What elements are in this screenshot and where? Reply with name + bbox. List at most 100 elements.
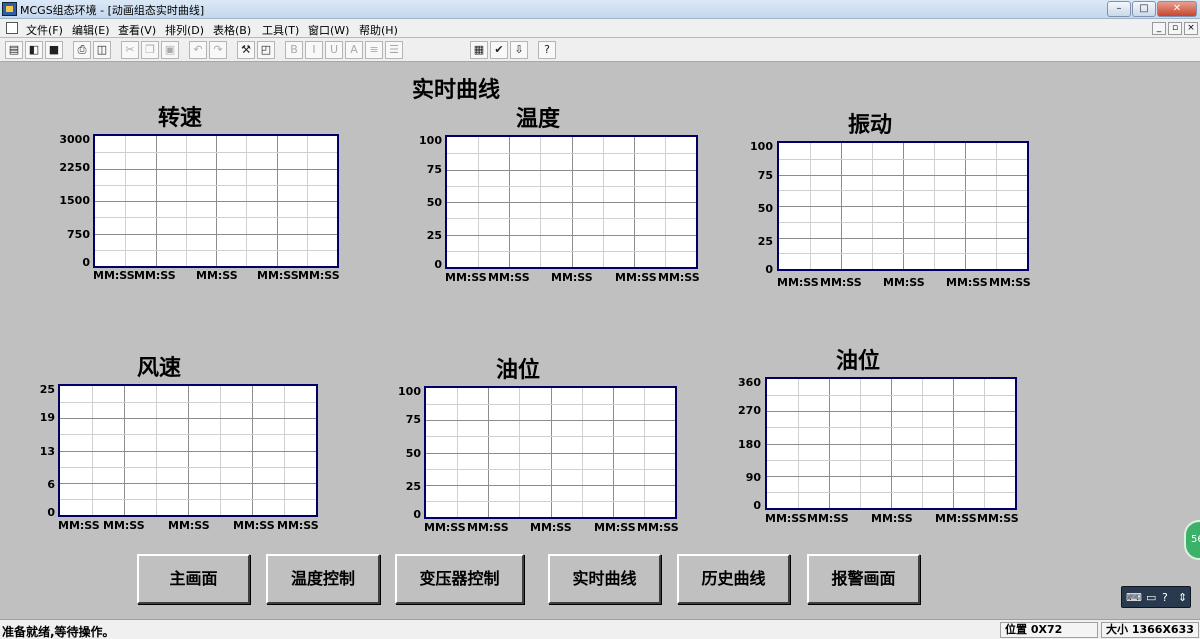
tools-icon[interactable]: ⚒ xyxy=(237,41,255,59)
y-tick-label: 0 xyxy=(413,508,421,521)
x-tick-label: MM:SS xyxy=(946,276,988,289)
document-icon[interactable] xyxy=(6,22,18,34)
align-left-icon[interactable]: ≡ xyxy=(365,41,383,59)
realtime-curve-button[interactable]: 实时曲线 xyxy=(548,554,661,604)
menu-view[interactable]: 查看(V) xyxy=(118,22,156,38)
save-icon[interactable]: ■ xyxy=(45,41,63,59)
print-preview-icon[interactable]: ◫ xyxy=(93,41,111,59)
x-tick-label: MM:SS xyxy=(93,269,135,282)
x-tick-label: MM:SS xyxy=(615,271,657,284)
menu-tools[interactable]: 工具(T) xyxy=(262,22,299,38)
trend-plot-oil-level[interactable] xyxy=(424,386,677,519)
undo-icon[interactable]: ↶ xyxy=(189,41,207,59)
cut-icon[interactable]: ✂ xyxy=(121,41,139,59)
ime-toolbar[interactable]: ⌨ ▭ ? ⇕ xyxy=(1121,586,1191,608)
chart-title-wind-speed: 风速 xyxy=(137,356,182,381)
bold-icon[interactable]: B xyxy=(285,41,303,59)
plot-grid xyxy=(426,388,675,517)
maximize-button[interactable]: □ xyxy=(1132,1,1156,17)
y-tick-label: 0 xyxy=(434,258,442,271)
y-tick-label: 90 xyxy=(745,471,761,484)
y-tick-label: 3000 xyxy=(59,133,90,146)
compile-icon[interactable]: ⇩ xyxy=(510,41,528,59)
frame-icon[interactable]: ◰ xyxy=(257,41,275,59)
history-curve-button[interactable]: 历史曲线 xyxy=(677,554,790,604)
y-tick-label: 75 xyxy=(426,163,442,176)
plot-grid xyxy=(447,137,696,267)
redo-icon[interactable]: ↷ xyxy=(209,41,227,59)
menu-table[interactable]: 表格(B) xyxy=(213,22,251,38)
menu-window[interactable]: 窗口(W) xyxy=(308,22,349,38)
trend-plot-wind-speed[interactable] xyxy=(58,384,318,517)
x-tick-label: MM:SS xyxy=(807,512,849,525)
open-project-icon[interactable]: ◧ xyxy=(25,41,43,59)
x-tick-label: MM:SS xyxy=(488,271,530,284)
x-tick-label: MM:SS xyxy=(134,269,176,282)
mdi-restore-button[interactable]: ▫ xyxy=(1168,22,1182,35)
y-tick-label: 50 xyxy=(757,202,773,215)
main-screen-button[interactable]: 主画面 xyxy=(137,554,250,604)
minimize-button[interactable]: – xyxy=(1107,1,1131,17)
chevron-icon[interactable]: ⇕ xyxy=(1178,591,1187,604)
y-tick-label: 6 xyxy=(47,478,55,491)
temperature-control-button[interactable]: 温度控制 xyxy=(266,554,380,604)
keyboard-icon[interactable]: ⌨ xyxy=(1126,591,1142,604)
help-circle-icon[interactable]: ? xyxy=(1162,591,1168,604)
x-tick-label: MM:SS xyxy=(58,519,100,532)
toolbar: ▤ ◧ ■ ⎙ ◫ ✂ ❐ ▣ ↶ ↷ ⚒ ◰ B I U A ≡ ☰ ▦ ✔ … xyxy=(0,38,1200,62)
font-size-icon[interactable]: A xyxy=(345,41,363,59)
y-tick-label: 100 xyxy=(750,140,773,153)
x-tick-label: MM:SS xyxy=(551,271,593,284)
x-tick-label: MM:SS xyxy=(871,512,913,525)
plot-grid xyxy=(95,136,337,266)
close-button[interactable]: ✕ xyxy=(1157,1,1197,17)
menu-bar: 文件(F) 编辑(E) 查看(V) 排列(D) 表格(B) 工具(T) 窗口(W… xyxy=(0,19,1200,38)
trend-plot-speed[interactable] xyxy=(93,134,339,268)
trend-plot-oil-level-2[interactable] xyxy=(765,377,1017,510)
italic-icon[interactable]: I xyxy=(305,41,323,59)
mdi-minimize-button[interactable]: _ xyxy=(1152,22,1166,35)
paste-icon[interactable]: ▣ xyxy=(161,41,179,59)
align-right-icon[interactable]: ☰ xyxy=(385,41,403,59)
menu-arrange[interactable]: 排列(D) xyxy=(165,22,204,38)
x-tick-label: MM:SS xyxy=(935,512,977,525)
y-tick-label: 50 xyxy=(405,447,421,460)
transformer-control-button[interactable]: 变压器控制 xyxy=(395,554,524,604)
y-tick-label: 50 xyxy=(426,196,442,209)
y-tick-label: 25 xyxy=(426,229,442,242)
x-tick-label: MM:SS xyxy=(233,519,275,532)
underline-icon[interactable]: U xyxy=(325,41,343,59)
y-tick-label: 75 xyxy=(405,413,421,426)
menu-help[interactable]: 帮助(H) xyxy=(359,22,398,38)
menu-edit[interactable]: 编辑(E) xyxy=(72,22,110,38)
x-tick-label: MM:SS xyxy=(530,521,572,534)
properties-icon[interactable]: ▦ xyxy=(470,41,488,59)
copy-icon[interactable]: ❐ xyxy=(141,41,159,59)
y-tick-label: 2250 xyxy=(59,161,90,174)
help-icon[interactable]: ? xyxy=(538,41,556,59)
x-tick-label: MM:SS xyxy=(594,521,636,534)
menu-file[interactable]: 文件(F) xyxy=(26,22,63,38)
mcgs-app-icon[interactable] xyxy=(2,2,17,16)
trend-plot-temperature[interactable] xyxy=(445,135,698,269)
check-icon[interactable]: ✔ xyxy=(490,41,508,59)
print-icon[interactable]: ⎙ xyxy=(73,41,91,59)
x-tick-label: MM:SS xyxy=(977,512,1019,525)
new-window-icon[interactable]: ▤ xyxy=(5,41,23,59)
lang-icon[interactable]: ▭ xyxy=(1146,591,1156,604)
y-tick-label: 0 xyxy=(82,256,90,269)
mdi-close-button[interactable]: × xyxy=(1184,22,1198,35)
trend-plot-vibration[interactable] xyxy=(777,141,1029,271)
x-tick-label: MM:SS xyxy=(637,521,679,534)
floating-badge[interactable]: 56 xyxy=(1184,520,1200,560)
chart-title-oil-level-2: 油位 xyxy=(836,349,881,374)
plot-grid xyxy=(767,379,1015,508)
x-tick-label: MM:SS xyxy=(196,269,238,282)
alarm-screen-button[interactable]: 报警画面 xyxy=(807,554,920,604)
chart-title-oil-level: 油位 xyxy=(496,358,541,383)
x-tick-label: MM:SS xyxy=(765,512,807,525)
y-tick-label: 19 xyxy=(39,411,55,424)
chart-title-temperature: 温度 xyxy=(516,107,561,132)
x-tick-label: MM:SS xyxy=(883,276,925,289)
y-tick-label: 75 xyxy=(757,169,773,182)
